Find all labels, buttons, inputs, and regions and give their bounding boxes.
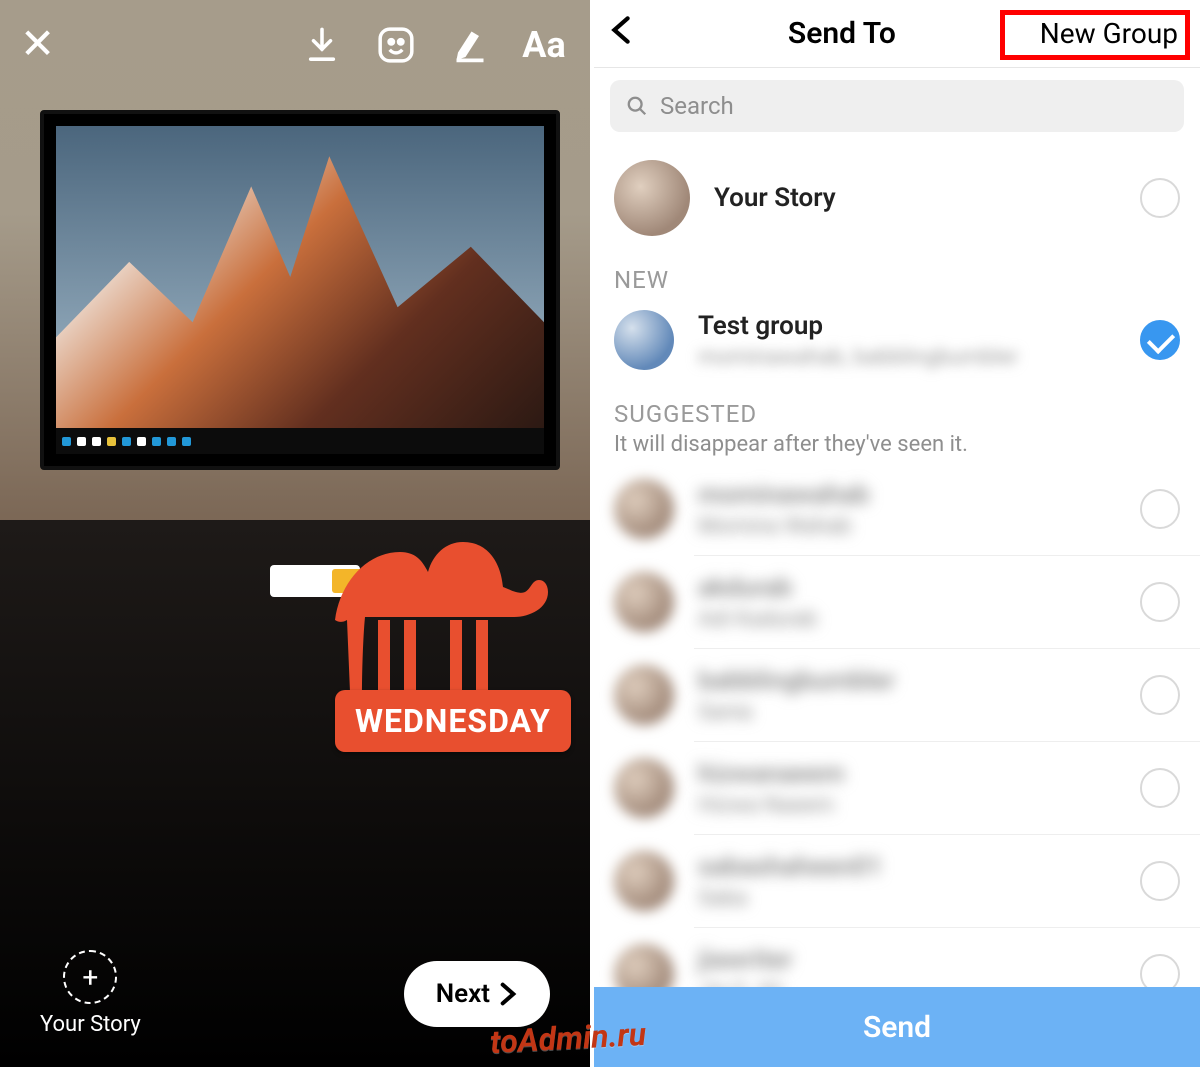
row-title: mominawahab xyxy=(698,480,1140,510)
row-title: jiawriter xyxy=(698,945,1140,975)
row-subtitle: Sania xyxy=(698,700,1140,725)
section-header-suggested: SUGGESTED xyxy=(594,386,1200,428)
row-subtitle: mominawahab, babblingbumbler xyxy=(698,345,1140,370)
select-radio[interactable] xyxy=(1140,178,1180,218)
next-button[interactable]: Next xyxy=(404,961,550,1027)
avatar xyxy=(614,758,674,818)
search-placeholder: Search xyxy=(660,92,734,120)
list-item[interactable]: babblingbumbler Sania xyxy=(594,649,1200,741)
row-title: Your Story xyxy=(714,183,1140,213)
download-icon[interactable] xyxy=(296,19,348,71)
row-title: Test group xyxy=(698,311,1140,341)
row-title: babblingbumbler xyxy=(698,666,1140,696)
back-icon[interactable] xyxy=(610,15,650,53)
row-subtitle: Momina Wahab xyxy=(698,514,1140,539)
group-row[interactable]: Test group mominawahab, babblingbumbler xyxy=(594,294,1200,386)
draw-icon[interactable] xyxy=(444,19,496,71)
section-header-new: NEW xyxy=(594,252,1200,294)
your-story-button[interactable]: + Your Story xyxy=(40,950,141,1037)
select-radio[interactable] xyxy=(1140,861,1180,901)
send-label: Send xyxy=(863,1010,931,1045)
row-subtitle: Saba xyxy=(698,886,1140,911)
list-item[interactable]: hizwanaeem Hizwa Naeem xyxy=(594,742,1200,834)
select-radio[interactable] xyxy=(1140,582,1180,622)
select-radio[interactable] xyxy=(1140,489,1180,529)
avatar xyxy=(614,479,674,539)
select-radio[interactable] xyxy=(1140,675,1180,715)
camel-sticker[interactable] xyxy=(300,500,560,710)
page-title: Send To xyxy=(650,16,1034,51)
list-item[interactable]: sabashaheen01 Saba xyxy=(594,835,1200,927)
send-to-pane: Send To New Group Search Your Story NEW … xyxy=(590,0,1200,1067)
row-subtitle: Adi Kadurab xyxy=(698,607,1140,632)
day-sticker[interactable]: WEDNESDAY xyxy=(335,690,571,752)
recipients-list: Your Story NEW Test group mominawahab, b… xyxy=(594,144,1200,1067)
text-tool-label: Aa xyxy=(522,24,565,66)
list-item[interactable]: akdurab Adi Kadurab xyxy=(594,556,1200,648)
story-editor-pane: ✕ Aa xyxy=(0,0,590,1067)
sticker-icon[interactable] xyxy=(370,19,422,71)
avatar xyxy=(614,851,674,911)
next-label: Next xyxy=(436,979,490,1009)
your-story-label: Your Story xyxy=(40,1012,141,1037)
text-tool-button[interactable]: Aa xyxy=(518,19,570,71)
avatar xyxy=(614,310,674,370)
row-title: hizwanaeem xyxy=(698,759,1140,789)
avatar xyxy=(614,160,690,236)
row-title: sabashaheen01 xyxy=(698,852,1140,882)
close-icon[interactable]: ✕ xyxy=(20,24,55,66)
suggested-note: It will disappear after they've seen it. xyxy=(594,428,1200,463)
annotation-highlight-box xyxy=(1000,10,1190,60)
list-item[interactable]: mominawahab Momina Wahab xyxy=(594,463,1200,555)
plus-circle-icon: + xyxy=(63,950,117,1004)
select-radio[interactable] xyxy=(1140,768,1180,808)
select-radio[interactable] xyxy=(1140,320,1180,360)
search-icon xyxy=(626,95,648,117)
row-subtitle: Hizwa Naeem xyxy=(698,793,1140,818)
your-story-row[interactable]: Your Story xyxy=(594,144,1200,252)
laptop-in-photo xyxy=(40,110,560,470)
avatar xyxy=(614,572,674,632)
avatar xyxy=(614,665,674,725)
send-button[interactable]: Send xyxy=(594,987,1200,1067)
row-title: akdurab xyxy=(698,573,1140,603)
search-input[interactable]: Search xyxy=(610,80,1184,132)
